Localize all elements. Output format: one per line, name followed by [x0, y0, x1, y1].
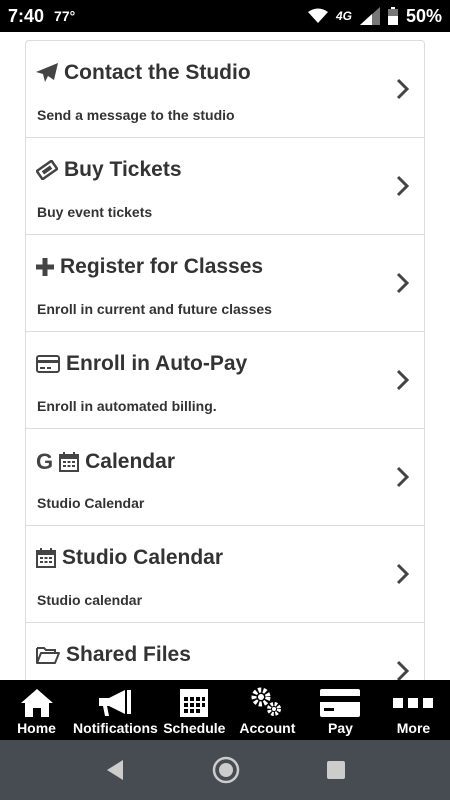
menu-item-subtitle: Studio calendar [37, 592, 143, 608]
wifi-icon [307, 8, 328, 23]
gears-icon [251, 687, 282, 716]
menu-item-subtitle: Enroll in current and future classes [37, 301, 272, 317]
menu-item-title: Contact the Studio [64, 61, 251, 84]
chevron-right-icon [396, 78, 410, 100]
google-icon: G [36, 449, 54, 474]
ticket-icon [36, 160, 58, 180]
menu-item-subtitle: Send a message to the studio [37, 107, 235, 123]
status-indicators: 4G 50% [307, 5, 442, 27]
menu-list: Contact the Studio Send a message to the… [25, 40, 425, 680]
bottom-nav: Home Notifications Schedule Account Pay … [0, 680, 450, 740]
nav-label: Pay [327, 720, 353, 736]
nav-notifications[interactable]: Notifications [73, 680, 158, 740]
status-time: 7:40 [8, 5, 45, 26]
nav-more[interactable]: More [377, 680, 450, 740]
signal-icon [359, 7, 380, 25]
nav-account[interactable]: Account [231, 680, 304, 740]
menu-item-title: Calendar [85, 450, 175, 473]
nav-label: Home [17, 720, 56, 736]
home-icon [20, 689, 53, 717]
chevron-right-icon [396, 563, 410, 585]
menu-item-subtitle: Buy event tickets [37, 204, 153, 220]
plus-icon [36, 258, 54, 276]
more-icon [393, 698, 434, 708]
network-type: 4G [335, 9, 352, 23]
status-temperature: 77° [54, 8, 76, 24]
folder-open-icon [36, 646, 60, 664]
calendar-icon [36, 548, 56, 568]
credit-card-icon [320, 689, 361, 717]
menu-item-subtitle: Enroll in automated billing. [37, 398, 217, 414]
menu-item-title: Buy Tickets [64, 158, 182, 181]
battery-icon [387, 7, 398, 25]
menu-item-title: Shared Files [66, 643, 191, 666]
menu-item-title: Register for Classes [60, 255, 264, 278]
menu-item-shared-files[interactable]: Shared Files [26, 623, 424, 680]
paper-plane-icon [36, 63, 58, 83]
system-nav-bar [0, 740, 450, 800]
nav-home[interactable]: Home [0, 680, 73, 740]
credit-card-icon [36, 355, 60, 373]
menu-item-studio-calendar[interactable]: Studio Calendar Studio calendar [26, 526, 424, 623]
nav-label: Notifications [73, 720, 158, 736]
status-bar: 7:40 77° 4G 50% [0, 0, 450, 32]
menu-item-title: Studio Calendar [62, 546, 224, 569]
battery-percent: 50% [405, 5, 442, 26]
menu-item-subtitle: Studio Calendar [37, 495, 145, 511]
menu-item-title: Enroll in Auto-Pay [66, 352, 248, 375]
calendar-grid-icon [180, 689, 209, 717]
chevron-right-icon [396, 272, 410, 294]
chevron-right-icon [396, 660, 410, 680]
megaphone-icon [99, 690, 132, 716]
nav-label: Account [239, 720, 296, 736]
calendar-icon [59, 452, 80, 472]
nav-label: More [396, 720, 431, 736]
menu-item-google-calendar[interactable]: G Calendar Studio Calendar [26, 429, 424, 526]
chevron-right-icon [396, 175, 410, 197]
chevron-right-icon [396, 369, 410, 391]
nav-schedule[interactable]: Schedule [158, 680, 231, 740]
home-circle-icon[interactable] [212, 756, 240, 784]
menu-item-contact-studio[interactable]: Contact the Studio Send a message to the… [26, 41, 424, 138]
recents-icon[interactable] [325, 759, 347, 781]
back-icon[interactable] [103, 758, 127, 782]
menu-item-register-classes[interactable]: Register for Classes Enroll in current a… [26, 235, 424, 332]
nav-label: Schedule [163, 720, 226, 736]
main-content: Contact the Studio Send a message to the… [0, 32, 450, 680]
menu-item-buy-tickets[interactable]: Buy Tickets Buy event tickets [26, 138, 424, 235]
menu-item-auto-pay[interactable]: Enroll in Auto-Pay Enroll in automated b… [26, 332, 424, 429]
nav-pay[interactable]: Pay [304, 680, 377, 740]
chevron-right-icon [396, 466, 410, 488]
